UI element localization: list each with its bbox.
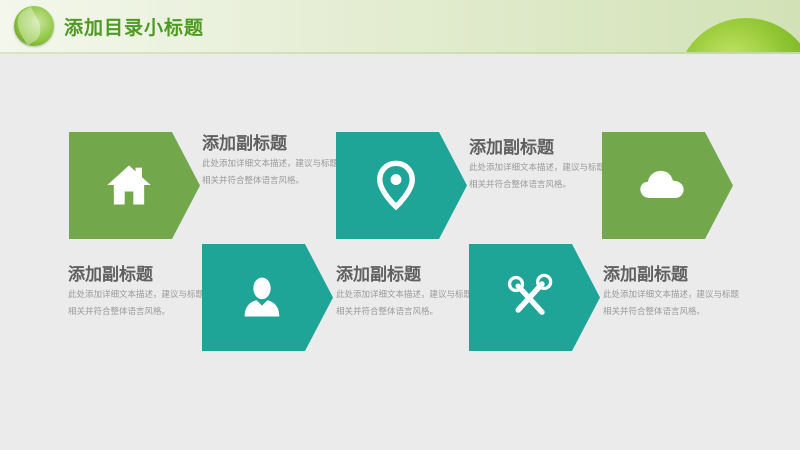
item-description: 此处添加详细文本描述，建议与标题相关并符合整体语言风格。	[336, 290, 473, 317]
green-sphere-decoration	[676, 18, 800, 52]
leaf-logo-icon	[14, 6, 54, 46]
item-description: 此处添加详细文本描述，建议与标题相关并符合整体语言风格。	[469, 163, 606, 190]
item-heading: 添加副标题	[603, 265, 688, 285]
cloud-icon	[640, 170, 684, 198]
item-heading: 添加副标题	[68, 265, 153, 285]
user-icon	[244, 277, 280, 317]
location-pin-icon	[377, 160, 415, 211]
slide-header: 添加目录小标题	[0, 0, 800, 52]
item-description: 此处添加详细文本描述，建议与标题相关并符合整体语言风格。	[603, 290, 740, 317]
item-heading: 添加副标题	[336, 265, 421, 285]
item-description: 此处添加详细文本描述，建议与标题相关并符合整体语言风格。	[202, 159, 339, 186]
arrow-shape-location	[336, 132, 467, 239]
home-icon	[107, 165, 151, 205]
item-heading: 添加副标题	[469, 138, 554, 158]
arrow-shape-cloud	[602, 132, 733, 239]
header-divider	[0, 52, 800, 54]
item-description: 此处添加详细文本描述，建议与标题相关并符合整体语言风格。	[68, 290, 205, 317]
slide-title: 添加目录小标题	[64, 17, 205, 39]
tools-icon	[507, 273, 553, 315]
arrow-shape-user	[202, 244, 333, 351]
item-heading: 添加副标题	[202, 134, 287, 154]
arrow-shape-home	[69, 132, 200, 239]
arrow-shape-tools	[469, 244, 600, 351]
